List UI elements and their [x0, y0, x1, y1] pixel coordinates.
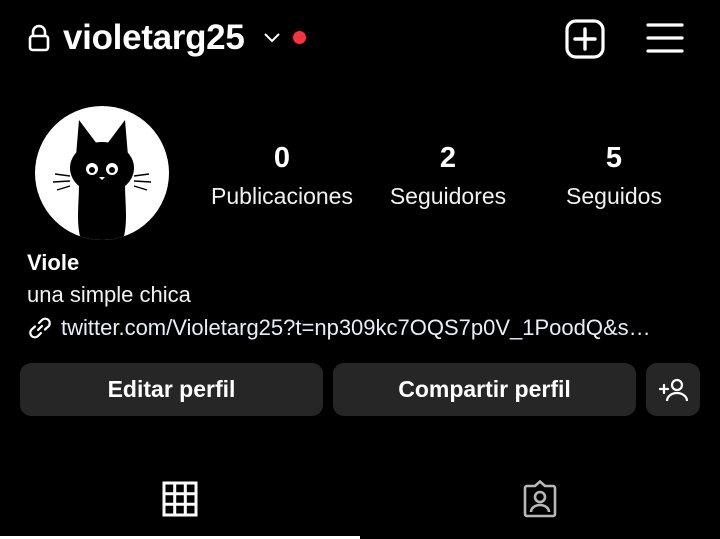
lock-icon [28, 24, 50, 52]
bio-link-text[interactable]: twitter.com/Violetarg25?t=np309kc7OQS7p0… [61, 312, 651, 344]
link-icon [29, 317, 51, 339]
tab-tagged[interactable] [360, 470, 720, 539]
avatar[interactable] [35, 106, 169, 240]
profile-header: violetarg25 [0, 0, 720, 78]
bio-text: una simple chica [27, 282, 191, 307]
stat-posts-label: Publicaciones [211, 183, 353, 209]
tagged-person-icon [523, 480, 557, 518]
stat-posts[interactable]: 0 Publicaciones [202, 140, 362, 214]
edit-profile-button[interactable]: Editar perfil [20, 363, 323, 416]
add-person-icon [658, 378, 688, 401]
grid-icon [162, 481, 198, 517]
add-square-icon[interactable] [564, 18, 606, 60]
stat-following[interactable]: 5 Seguidos [544, 140, 684, 214]
stat-followers[interactable]: 2 Seguidores [378, 140, 518, 214]
hamburger-menu-icon[interactable] [646, 21, 684, 55]
profile-screen: violetarg25 0 Publicaciones 2 Seguidores… [0, 0, 720, 539]
black-cat-avatar [52, 120, 152, 240]
tab-posts-grid[interactable] [0, 470, 360, 539]
notification-dot [293, 31, 306, 44]
stat-following-label: Seguidos [566, 183, 662, 209]
chevron-down-icon[interactable] [262, 30, 282, 44]
discover-people-button[interactable] [646, 363, 700, 416]
stat-followers-label: Seguidores [389, 183, 507, 209]
share-profile-button[interactable]: Compartir perfil [333, 363, 636, 416]
bio-link[interactable]: twitter.com/Violetarg25?t=np309kc7OQS7p0… [27, 312, 697, 344]
stat-following-value: 5 [605, 142, 623, 174]
display-name: Viole [27, 250, 80, 275]
username[interactable]: violetarg25 [63, 16, 245, 60]
stat-posts-value: 0 [273, 142, 291, 174]
stat-followers-value: 2 [439, 142, 457, 174]
